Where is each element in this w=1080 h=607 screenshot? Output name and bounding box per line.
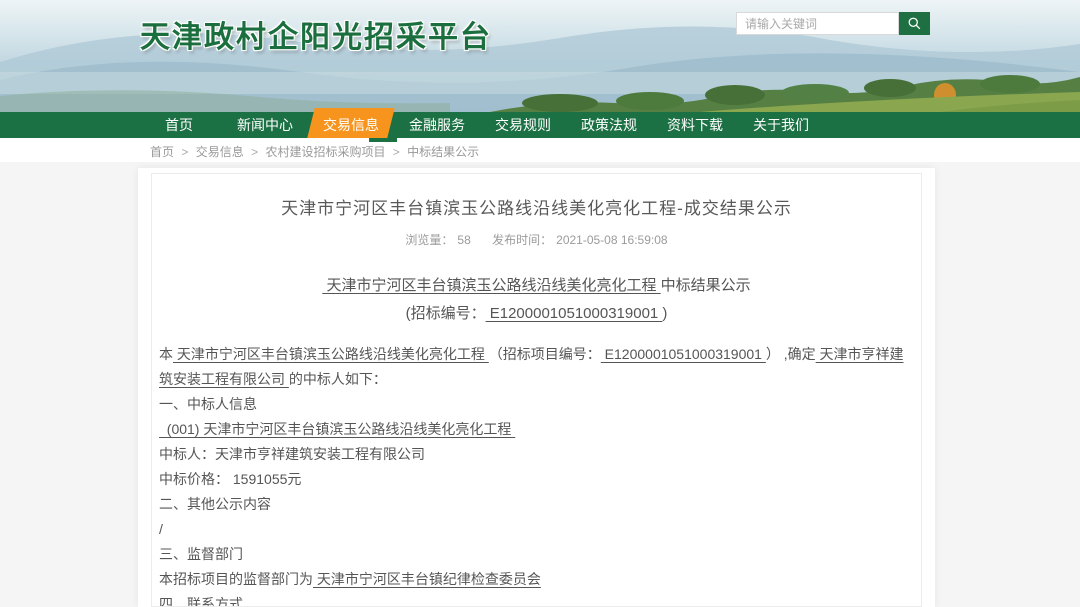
supervision-dept: 天津市宁河区丰台镇纪律检查委员会 (313, 571, 541, 587)
publish-time-value: 2021-05-08 16:59:08 (556, 233, 667, 247)
announcement-subtitle: 天津市宁河区丰台镇滨玉公路线沿线美化亮化工程 中标结果公示 (招标编号： E12… (159, 272, 914, 328)
bid-number: E1200001051000319001 (486, 305, 663, 322)
content-panel: 天津市宁河区丰台镇滨玉公路线沿线美化亮化工程-成交结果公示 浏览量：58 发布时… (138, 168, 935, 607)
breadcrumb-separator: > (251, 145, 258, 159)
nav-item-trade-rules[interactable]: 交易规则 (480, 112, 566, 138)
site-banner: 天津政村企阳光招采平台 (0, 0, 1080, 112)
nav-item-policy[interactable]: 政策法规 (566, 112, 652, 138)
breadcrumb-current: 中标结果公示 (407, 145, 479, 159)
nav-item-trade-info[interactable]: 交易信息 (308, 112, 394, 138)
article-meta: 浏览量：58 发布时间：2021-05-08 16:59:08 (159, 231, 914, 248)
nav-item-news[interactable]: 新闻中心 (222, 112, 308, 138)
publish-time: 发布时间：2021-05-08 16:59:08 (492, 233, 667, 247)
article-box: 天津市宁河区丰台镇滨玉公路线沿线美化亮化工程-成交结果公示 浏览量：58 发布时… (151, 173, 922, 607)
breadcrumb: 首页 > 交易信息 > 农村建设招标采购项目 > 中标结果公示 (150, 143, 483, 160)
nav-item-downloads[interactable]: 资料下载 (652, 112, 738, 138)
nav-list: 首页 新闻中心 交易信息 金融服务 交易规则 政策法规 资料下载 关于我们 (0, 112, 1080, 138)
lot-line: (001) 天津市宁河区丰台镇滨玉公路线沿线美化亮化工程 (159, 417, 914, 442)
article-title: 天津市宁河区丰台镇滨玉公路线沿线美化亮化工程-成交结果公示 (159, 194, 914, 219)
price-line: 中标价格： 1591055元 (159, 467, 914, 492)
subtitle-line: 天津市宁河区丰台镇滨玉公路线沿线美化亮化工程 中标结果公示 (159, 272, 914, 300)
section1-heading: 一、中标人信息 (159, 392, 914, 417)
section2-heading: 二、其他公示内容 (159, 492, 914, 517)
section4-heading: 四、联系方式 (159, 592, 914, 607)
nav-item-about[interactable]: 关于我们 (738, 112, 824, 138)
breadcrumb-link-rural-projects[interactable]: 农村建设招标采购项目 (265, 145, 385, 159)
supervision-line: 本招标项目的监督部门为 天津市宁河区丰台镇纪律检查委员会 (159, 567, 914, 592)
section3-heading: 三、监督部门 (159, 542, 914, 567)
search-button[interactable] (899, 12, 930, 35)
main-navigation: 首页 新闻中心 交易信息 金融服务 交易规则 政策法规 资料下载 关于我们 (0, 112, 1080, 138)
nav-item-finance[interactable]: 金融服务 (394, 112, 480, 138)
views-value: 58 (457, 233, 470, 247)
winner-line: 中标人：天津市亨祥建筑安装工程有限公司 (159, 442, 914, 467)
breadcrumb-separator: > (181, 145, 188, 159)
section2-content: / (159, 517, 914, 542)
bid-number-line: (招标编号： E1200001051000319001 ) (159, 300, 914, 328)
site-title: 天津政村企阳光招采平台 (140, 12, 492, 56)
breadcrumb-bar: 首页 > 交易信息 > 农村建设招标采购项目 > 中标结果公示 (0, 138, 1080, 162)
search-icon (907, 16, 922, 31)
breadcrumb-link-trade-info[interactable]: 交易信息 (196, 145, 244, 159)
search-box (736, 12, 930, 35)
views-counter: 浏览量：58 (405, 233, 474, 247)
active-tab-notch (369, 138, 397, 142)
breadcrumb-link-home[interactable]: 首页 (150, 145, 174, 159)
search-input[interactable] (736, 12, 899, 35)
nav-item-home[interactable]: 首页 (136, 112, 222, 138)
breadcrumb-separator: > (393, 145, 400, 159)
article-body: 本 天津市宁河区丰台镇滨玉公路线沿线美化亮化工程 （招标项目编号： E12000… (159, 342, 914, 607)
intro-paragraph: 本 天津市宁河区丰台镇滨玉公路线沿线美化亮化工程 （招标项目编号： E12000… (159, 342, 914, 392)
